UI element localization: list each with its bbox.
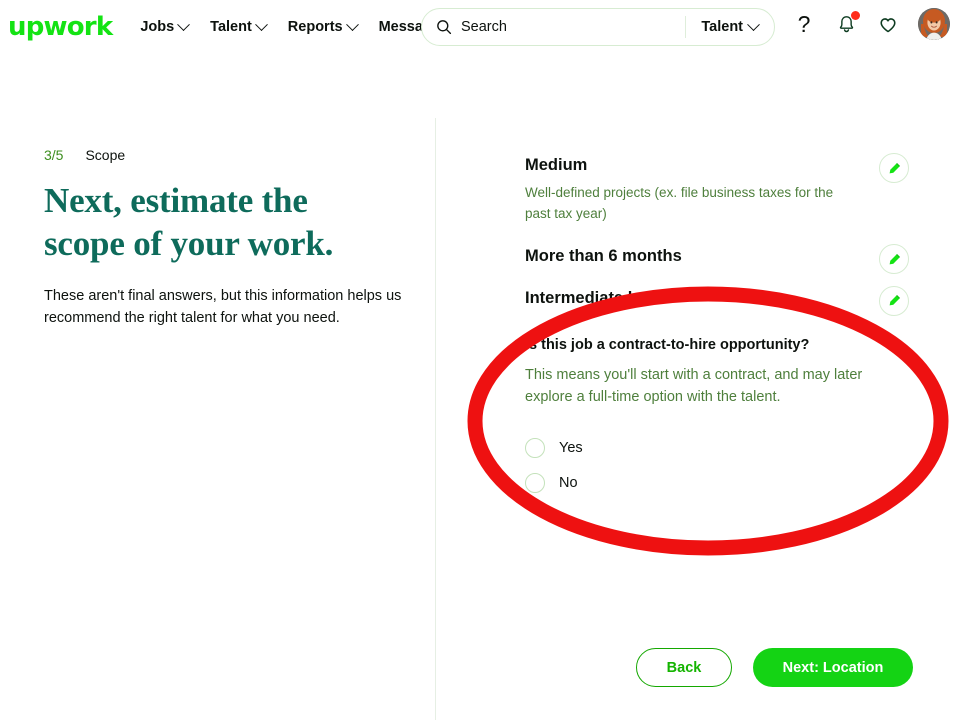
form-footer: Back Next: Location (0, 648, 960, 687)
chevron-down-icon (177, 17, 191, 31)
chevron-down-icon (254, 17, 268, 31)
page-title-line-1: Next, estimate the (44, 181, 308, 220)
step-counter: 3/5 (44, 147, 64, 163)
nav-icon-group: ? (792, 8, 950, 40)
pencil-edit-icon (889, 253, 900, 265)
page-subtitle: These aren't final answers, but this inf… (44, 288, 402, 326)
page-title: Next, estimate the scope of your work. (44, 180, 414, 265)
nav-item-reports[interactable]: Reports (287, 17, 359, 35)
contract-to-hire-radio-group: Yes No (525, 431, 897, 501)
chevron-down-icon (747, 17, 760, 31)
summary-item-scope-size: Medium Well-defined projects (ex. file b… (525, 153, 909, 224)
radio-option-no[interactable]: No (525, 466, 897, 501)
nav-item-jobs[interactable]: Jobs (140, 17, 191, 35)
edit-experience-level-button[interactable] (879, 285, 909, 316)
summary-description: Well-defined projects (ex. file business… (525, 185, 834, 221)
avatar[interactable] (918, 8, 950, 40)
step-indicator: 3/5 Scope (44, 147, 414, 163)
search-scope-label: Talent (701, 19, 743, 35)
edit-duration-button[interactable] (879, 244, 909, 275)
help-icon: ? (797, 10, 811, 37)
pencil-edit-icon (889, 295, 900, 306)
right-form-column: Medium Well-defined projects (ex. file b… (525, 153, 909, 501)
search-icon (437, 20, 452, 35)
search-scope-dropdown[interactable]: Talent (686, 17, 774, 35)
column-divider (435, 118, 436, 720)
next-location-button[interactable]: Next: Location (753, 648, 913, 687)
contract-to-hire-question-label: Is this job a contract-to-hire opportuni… (525, 337, 810, 354)
back-button[interactable]: Back (636, 648, 732, 687)
saved-hearts-icon (880, 18, 896, 33)
step-name: Scope (85, 147, 126, 163)
top-navigation-bar: upwork Jobs Talent Reports Messages Sear… (0, 0, 960, 54)
radio-circle-no[interactable] (525, 473, 545, 494)
avatar-photo (918, 8, 950, 40)
search-input[interactable] (461, 19, 686, 35)
summary-title: Medium (525, 156, 588, 174)
notifications-button[interactable] (834, 11, 860, 36)
nav-item-talent[interactable]: Talent (210, 17, 268, 35)
chevron-down-icon (345, 17, 359, 31)
contract-to-hire-question-help: This means you'll start with a contract,… (525, 367, 863, 406)
left-intro-column: 3/5 Scope Next, estimate the scope of yo… (44, 147, 414, 329)
summary-item-duration: More than 6 months (525, 244, 909, 275)
page-title-line-2: scope of your work. (44, 223, 334, 263)
nav-item-talent-label: Talent (210, 19, 252, 35)
radio-circle-yes[interactable] (525, 438, 545, 459)
radio-label-yes: Yes (559, 440, 583, 457)
global-search-bar[interactable]: Talent (421, 8, 775, 46)
notification-badge-dot (851, 11, 860, 20)
upwork-logo[interactable]: upwork (8, 14, 113, 40)
summary-item-experience-level: Intermediate level (525, 285, 909, 316)
main-nav-links: Jobs Talent Reports Messages (140, 17, 448, 35)
summary-title: Intermediate level (525, 288, 665, 307)
radio-option-yes[interactable]: Yes (525, 431, 897, 466)
pencil-edit-icon (889, 162, 900, 173)
summary-title: More than 6 months (525, 247, 682, 266)
edit-scope-size-button[interactable] (879, 153, 909, 183)
nav-item-jobs-label: Jobs (140, 19, 175, 35)
radio-label-no: No (559, 475, 578, 492)
contract-to-hire-question-block: Is this job a contract-to-hire opportuni… (525, 337, 897, 501)
upwork-job-post-scope-page: upwork Jobs Talent Reports Messages Sear… (0, 0, 960, 720)
nav-item-reports-label: Reports (287, 19, 343, 35)
help-button[interactable]: ? (792, 12, 816, 36)
saved-items-button[interactable] (876, 12, 900, 36)
